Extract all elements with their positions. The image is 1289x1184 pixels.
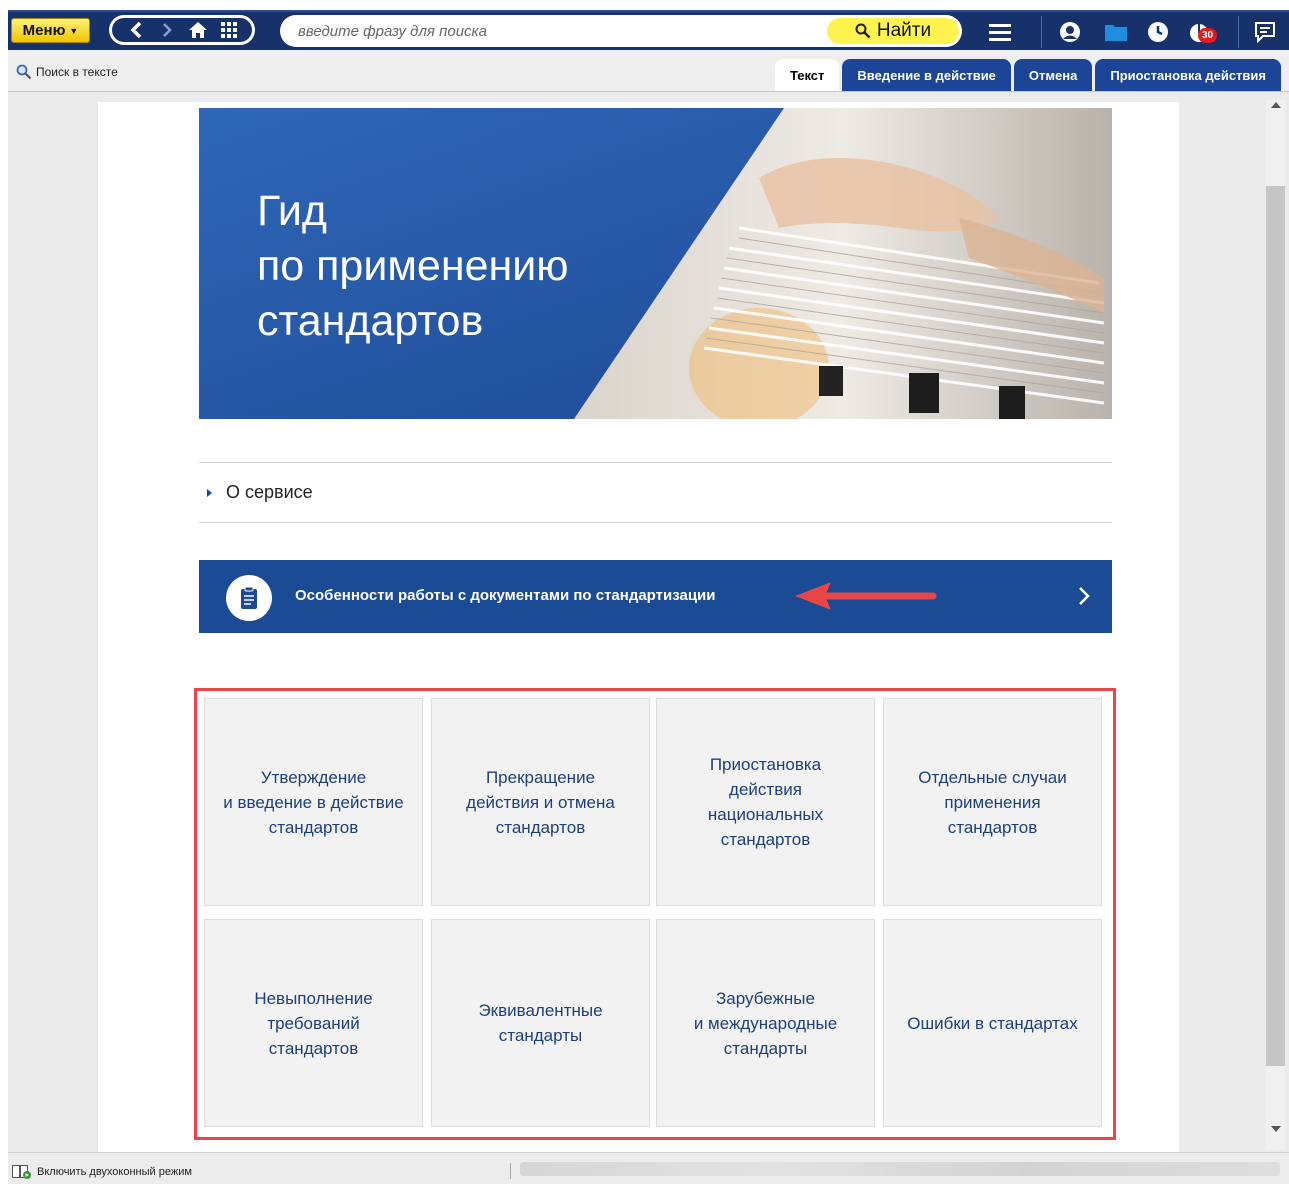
magnifier-icon	[16, 64, 32, 80]
home-icon[interactable]	[187, 20, 209, 40]
search-in-text-label: Поиск в тексте	[36, 65, 118, 79]
status-info-blurred	[520, 1162, 1280, 1176]
topics-grid: Утверждение и введение в действие стандарт…	[194, 688, 1116, 1140]
tile-foreign-international[interactable]: Зарубежные и международные стандарты	[656, 919, 875, 1127]
apps-grid-icon[interactable]	[218, 20, 240, 40]
tile-suspension[interactable]: Приостановка действия национальных стандарт…	[656, 698, 875, 906]
chevron-right-icon	[1079, 587, 1090, 605]
scrollbar-thumb[interactable]	[1266, 186, 1285, 1066]
toolbar-separator	[1238, 16, 1239, 48]
hamburger-menu-icon[interactable]	[988, 20, 1012, 44]
menu-button[interactable]: Меню ▼	[11, 18, 90, 43]
tile-errors[interactable]: Ошибки в стандартах	[883, 919, 1102, 1127]
document-viewport: Гид по применению стандартов О сервисе О…	[8, 92, 1289, 1152]
banner-label: Особенности работы с документами по стан…	[295, 587, 716, 604]
user-profile-icon[interactable]	[1058, 20, 1082, 44]
document-page: Гид по применению стандартов О сервисе О…	[98, 102, 1179, 1152]
vertical-scrollbar[interactable]	[1266, 100, 1285, 1150]
hero-title: Гид по применению стандартов	[257, 187, 569, 345]
document-toolbar: Поиск в тексте Текст Введение в действие…	[8, 50, 1289, 92]
find-button-label: Найти	[876, 20, 932, 41]
standardization-docs-banner[interactable]: Особенности работы с документами по стан…	[199, 560, 1112, 633]
toolbar-separator	[1041, 16, 1042, 48]
search-box: Найти	[280, 15, 962, 47]
search-input[interactable]	[298, 15, 818, 47]
annotation-arrow-icon	[795, 582, 937, 610]
back-icon[interactable]	[125, 20, 147, 40]
history-clock-icon[interactable]	[1146, 20, 1170, 44]
search-in-text-button[interactable]: Поиск в тексте	[16, 64, 118, 80]
tab-enactment[interactable]: Введение в действие	[842, 59, 1011, 91]
tab-suspension[interactable]: Приостановка действия	[1095, 59, 1281, 91]
feedback-message-icon[interactable]	[1253, 20, 1277, 44]
tile-equivalent[interactable]: Эквивалентные стандарты	[431, 919, 650, 1127]
find-button[interactable]: Найти	[827, 18, 959, 44]
notification-count-badge: 30	[1198, 28, 1217, 43]
folder-icon[interactable]	[1104, 20, 1128, 44]
tab-cancellation[interactable]: Отмена	[1013, 59, 1093, 91]
tile-special-cases[interactable]: Отдельные случаи применения стандартов	[883, 698, 1102, 906]
about-service-label: О сервисе	[226, 482, 313, 502]
two-pane-mode-button[interactable]: Включить двухоконный режим	[12, 1165, 192, 1179]
notifications-icon[interactable]: 30	[1188, 20, 1217, 44]
two-pane-mode-label: Включить двухоконный режим	[37, 1166, 192, 1178]
scroll-down-icon[interactable]	[1271, 1126, 1281, 1132]
main-toolbar: Меню ▼ введите фразу для поиска Найти 30	[8, 10, 1289, 50]
menu-button-label: Меню	[22, 22, 66, 39]
status-separator	[510, 1163, 511, 1179]
caret-right-icon	[207, 488, 212, 497]
forward-icon[interactable]	[156, 20, 178, 40]
tile-approval[interactable]: Утверждение и введение в действие стандарт…	[204, 698, 423, 906]
about-service-link[interactable]: О сервисе	[199, 462, 1112, 523]
scroll-up-icon[interactable]	[1271, 102, 1281, 108]
hero-banner: Гид по применению стандартов	[199, 108, 1112, 419]
app-window: Меню ▼ введите фразу для поиска Найти 30…	[0, 0, 1289, 1184]
navigation-group	[109, 15, 255, 45]
chevron-down-icon: ▼	[69, 25, 79, 36]
document-icon	[226, 575, 272, 621]
tile-non-compliance[interactable]: Невыполнение требований стандартов	[204, 919, 423, 1127]
status-bar: Включить двухоконный режим	[8, 1152, 1289, 1184]
tile-termination[interactable]: Прекращение действия и отмена стандартов	[431, 698, 650, 906]
two-pane-icon	[12, 1165, 31, 1179]
search-icon	[855, 23, 871, 39]
tab-text[interactable]: Текст	[774, 59, 840, 91]
document-tabs: Текст Введение в действие Отмена Приоста…	[774, 59, 1281, 91]
